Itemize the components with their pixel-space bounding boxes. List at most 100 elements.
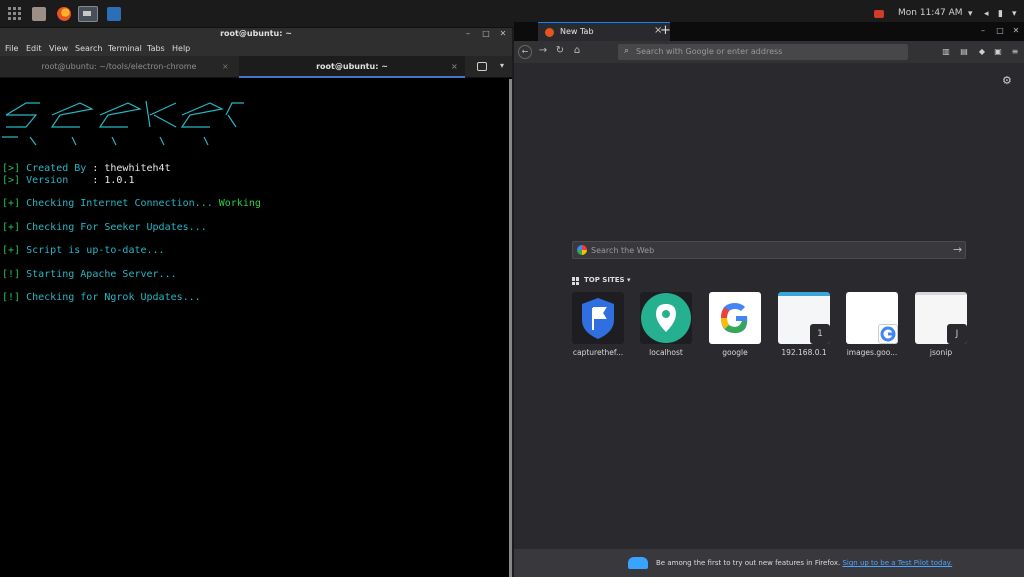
topsite-tile[interactable] xyxy=(709,292,761,344)
files-icon[interactable] xyxy=(32,7,46,21)
menu-tabs[interactable]: Tabs xyxy=(147,44,165,53)
app-icon[interactable] xyxy=(107,7,121,21)
terminal-output[interactable]: [>] Created By : thewhiteh4t [>] Version… xyxy=(0,79,510,577)
google-g-icon xyxy=(721,303,748,333)
sidebar-icon[interactable]: ▤ xyxy=(959,47,969,56)
topsite-label: localhost xyxy=(649,348,683,357)
topsite-label: images.goo... xyxy=(846,348,898,357)
line-prefix: [!] xyxy=(2,292,21,303)
close-icon[interactable]: × xyxy=(451,56,458,78)
tile-badge: J xyxy=(947,324,967,344)
topsite-label: capturethef... xyxy=(572,348,624,357)
topsite-tile[interactable] xyxy=(846,292,898,344)
line-prefix: [>] xyxy=(2,175,21,186)
reload-icon[interactable]: ↻ xyxy=(553,45,567,56)
pocket-icon[interactable]: ▣ xyxy=(993,47,1003,56)
screen-recorder-icon[interactable] xyxy=(874,10,884,18)
terminal-tab-active[interactable]: root@ubuntu: ~ × xyxy=(239,56,465,78)
close-icon[interactable]: × xyxy=(222,56,229,78)
topsite-tile[interactable]: 1 xyxy=(778,292,830,344)
arrow-right-icon[interactable]: → xyxy=(953,243,962,256)
web-search-input[interactable]: Search the Web → xyxy=(572,241,966,259)
battery-icon[interactable]: ▮ xyxy=(998,9,1008,19)
hamburger-menu-icon[interactable]: ≡ xyxy=(1010,47,1020,56)
apps-grid-icon[interactable] xyxy=(8,7,22,21)
menu-view[interactable]: View xyxy=(49,44,68,53)
back-icon[interactable]: ← xyxy=(518,45,532,59)
close-icon[interactable]: ✕ xyxy=(1011,26,1021,35)
tile-badge: 1 xyxy=(810,324,830,344)
line-value: thewhiteh4t xyxy=(104,163,171,174)
volume-icon[interactable]: ◂ xyxy=(984,9,994,19)
terminal-line: [>] Created By : thewhiteh4t xyxy=(2,163,171,174)
chevron-down-icon[interactable]: ▾ xyxy=(1012,9,1022,19)
wifi-icon[interactable]: ▾ xyxy=(968,9,978,19)
browser-tab[interactable]: New Tab × xyxy=(538,22,670,41)
terminal-tabbar: root@ubuntu: ~/tools/electron-chrome × r… xyxy=(0,56,512,78)
url-bar[interactable]: ⌕ Search with Google or enter address xyxy=(618,44,908,60)
line-prefix: [+] xyxy=(2,198,21,209)
extension-icon[interactable]: ◆ xyxy=(977,47,987,56)
library-icon[interactable]: ▥ xyxy=(941,47,951,56)
forward-icon[interactable]: → xyxy=(536,45,550,56)
terminal-line: [!] Checking for Ngrok Updates... xyxy=(2,292,201,303)
line-label: Version xyxy=(26,175,87,186)
minimize-icon[interactable]: – xyxy=(978,26,988,35)
home-icon[interactable]: ⌂ xyxy=(570,45,584,56)
menu-help[interactable]: Help xyxy=(172,44,190,53)
close-icon[interactable]: ✕ xyxy=(498,29,508,38)
firefox-icon[interactable] xyxy=(57,7,71,21)
line-separator: : xyxy=(86,163,105,174)
footer-text: Be among the first to try out new featur… xyxy=(656,559,843,567)
line-value: 1.0.1 xyxy=(104,175,135,186)
status-text: Working xyxy=(218,198,261,209)
topsite-tile[interactable] xyxy=(572,292,624,344)
navigation-toolbar: ← → ↻ ⌂ ⌕ Search with Google or enter ad… xyxy=(514,41,1024,63)
google-icon xyxy=(577,245,587,255)
minimize-icon[interactable]: – xyxy=(463,29,473,38)
topsite-tile[interactable] xyxy=(640,292,692,344)
new-tab-icon[interactable] xyxy=(477,62,487,71)
terminal-line: [+] Script is up-to-date... xyxy=(2,245,165,256)
seeker-banner xyxy=(2,100,244,146)
terminal-icon[interactable] xyxy=(78,6,98,22)
menu-edit[interactable]: Edit xyxy=(26,44,42,53)
gear-icon[interactable]: ⚙ xyxy=(1002,74,1012,87)
terminal-line: [+] Checking Internet Connection... Work… xyxy=(2,198,261,209)
terminal-line: [!] Starting Apache Server... xyxy=(2,269,177,280)
terminal-window: root@ubuntu: ~ – □ ✕ File Edit View Sear… xyxy=(0,28,512,577)
terminal-tab[interactable]: root@ubuntu: ~/tools/electron-chrome × xyxy=(0,56,238,78)
topsites-header[interactable]: TOP SITES ▾ xyxy=(584,276,631,284)
new-tab-plus-icon[interactable]: + xyxy=(660,23,671,38)
maximize-icon[interactable]: □ xyxy=(481,29,491,38)
terminal-line: [>] Version : 1.0.1 xyxy=(2,175,134,186)
topsite-label: google xyxy=(722,348,748,357)
menu-file[interactable]: File xyxy=(5,44,18,53)
topsites-header-label: TOP SITES xyxy=(584,276,625,284)
terminal-titlebar[interactable]: root@ubuntu: ~ – □ ✕ xyxy=(0,28,512,42)
maximize-icon[interactable]: □ xyxy=(995,26,1005,35)
footer-message: Be among the first to try out new featur… xyxy=(656,559,952,567)
chevron-down-icon[interactable]: ▾ xyxy=(500,61,504,70)
line-prefix: [+] xyxy=(2,222,21,233)
clock[interactable]: Mon 11:47 AM xyxy=(898,8,963,18)
line-label: Created By xyxy=(26,163,87,174)
topsite-tile[interactable]: J xyxy=(915,292,967,344)
tab-label: root@ubuntu: ~ xyxy=(316,62,388,71)
menu-terminal[interactable]: Terminal xyxy=(108,44,142,53)
shield-flag-icon xyxy=(582,298,614,339)
url-placeholder: Search with Google or enter address xyxy=(636,47,783,56)
line-text: Starting Apache Server... xyxy=(26,269,177,280)
scrollbar[interactable] xyxy=(509,79,512,577)
window-title: root@ubuntu: ~ xyxy=(220,29,292,38)
google-g-icon xyxy=(878,324,898,344)
terminal-menubar: File Edit View Search Terminal Tabs Help xyxy=(0,42,512,56)
topsite-label: 192.168.0.1 xyxy=(781,348,827,357)
menu-search[interactable]: Search xyxy=(75,44,102,53)
test-pilot-link[interactable]: Sign up to be a Test Pilot today. xyxy=(842,559,952,567)
test-pilot-banner: Be among the first to try out new featur… xyxy=(514,549,1024,577)
grid-icon xyxy=(572,277,580,285)
line-text: Checking for Ngrok Updates... xyxy=(26,292,201,303)
firefox-window: New Tab × + – □ ✕ ← → ↻ ⌂ ⌕ Search with … xyxy=(514,22,1024,577)
map-pin-icon xyxy=(641,293,691,343)
